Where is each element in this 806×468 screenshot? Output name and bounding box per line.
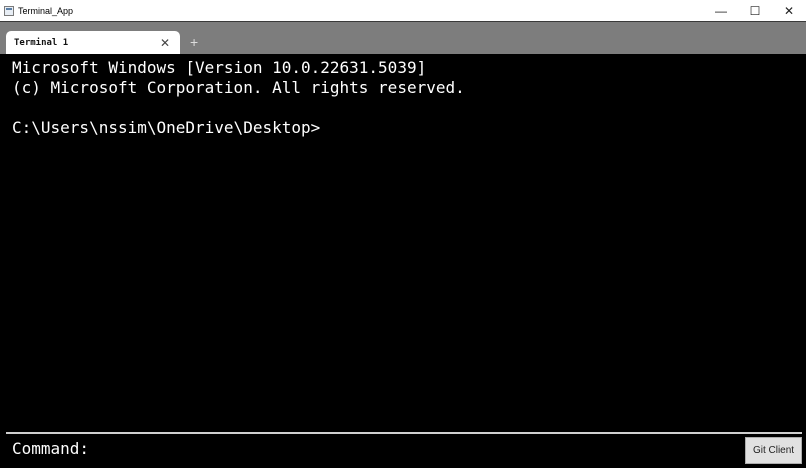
title-bar: Terminal_App — ☐ ✕ bbox=[0, 0, 806, 21]
command-label: Command: bbox=[12, 439, 90, 458]
tab-label: Terminal 1 bbox=[14, 38, 69, 48]
terminal-prompt: C:\Users\nssim\OneDrive\Desktop> bbox=[12, 118, 321, 137]
terminal-line: Microsoft Windows [Version 10.0.22631.50… bbox=[12, 58, 427, 77]
app-icon bbox=[4, 5, 14, 16]
window-title: Terminal_App bbox=[18, 5, 74, 16]
command-input[interactable] bbox=[96, 440, 736, 462]
minimize-button[interactable]: — bbox=[704, 0, 738, 21]
command-bar: Command: Git Client bbox=[0, 434, 806, 468]
maximize-button[interactable]: ☐ bbox=[738, 0, 772, 21]
tab-terminal-1[interactable]: Terminal 1 ✕ bbox=[6, 31, 180, 55]
close-button[interactable]: ✕ bbox=[772, 0, 806, 21]
tab-bar: Terminal 1 ✕ + bbox=[0, 21, 806, 55]
terminal-line: (c) Microsoft Corporation. All rights re… bbox=[12, 78, 465, 97]
window-controls: — ☐ ✕ bbox=[704, 0, 806, 21]
new-tab-button[interactable]: + bbox=[190, 34, 198, 50]
terminal-output[interactable]: Microsoft Windows [Version 10.0.22631.50… bbox=[0, 54, 806, 432]
git-client-button[interactable]: Git Client bbox=[745, 437, 802, 464]
tab-close-icon[interactable]: ✕ bbox=[160, 36, 170, 50]
